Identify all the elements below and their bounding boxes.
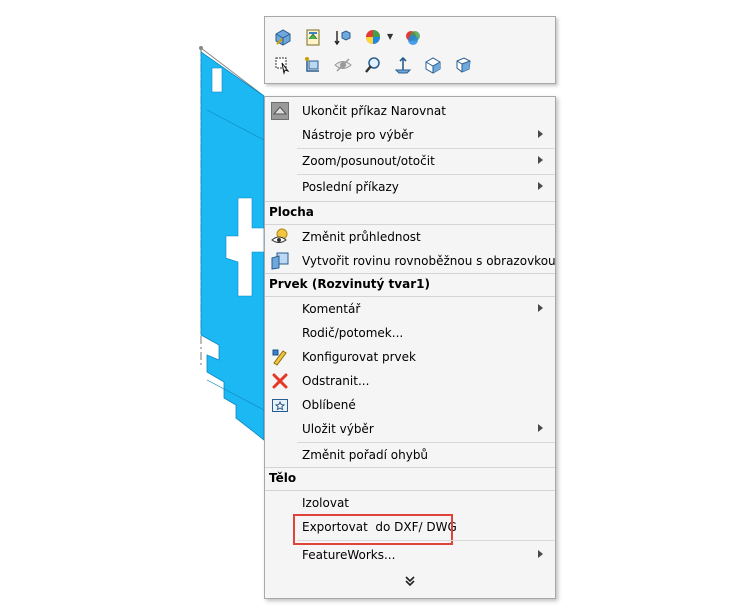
menu-item-selection-tools[interactable]: Nástroje pro výběr <box>265 123 555 147</box>
zoom-icon[interactable] <box>361 53 385 77</box>
toolbar-row-1: ▼ <box>271 25 431 49</box>
double-chevron-down-icon[interactable] <box>400 575 420 591</box>
menu-item-delete[interactable]: Odstranit... <box>265 369 555 393</box>
menu-item-change-transparency[interactable]: Změnit průhlednost <box>265 225 555 249</box>
menu-item-label: FeatureWorks... <box>302 548 396 562</box>
section-header-label: Prvek (Rozvinutý tvar1) <box>269 277 430 291</box>
appearance-dropdown-chevron-icon[interactable]: ▼ <box>387 25 397 49</box>
menu-section-header-face: Plocha <box>265 201 555 225</box>
menu-section-header-feature: Prvek (Rozvinutý tvar1) <box>265 273 555 297</box>
submenu-arrow-icon <box>538 130 543 138</box>
menu-item-reorder-bends[interactable]: Změnit pořadí ohybů <box>265 443 555 467</box>
section-view-icon[interactable] <box>331 25 355 49</box>
menu-item-label: Nástroje pro výběr <box>302 128 414 142</box>
menu-item-label: Zoom/posunout/otočit <box>302 154 435 168</box>
menu-item-featureworks[interactable]: FeatureWorks... <box>265 543 555 567</box>
menu-item-label: Izolovat <box>302 496 350 510</box>
zoom-to-selection-icon[interactable] <box>271 53 295 77</box>
menu-item-exit-flatten[interactable]: Ukončit příkaz Narovnat <box>265 99 555 123</box>
menu-item-isolate[interactable]: Izolovat <box>265 491 555 515</box>
menu-separator <box>297 540 555 541</box>
menu-section-header-body: Tělo <box>265 467 555 491</box>
normal-to-icon[interactable] <box>301 53 325 77</box>
menu-item-parent-child[interactable]: Rodič/potomek... <box>265 321 555 345</box>
hide-show-icon[interactable] <box>331 53 355 77</box>
context-menu: Ukončit příkaz Narovnat Nástroje pro výb… <box>264 96 556 599</box>
menu-item-label: Uložit výběr <box>302 422 374 436</box>
vertex-point <box>199 46 203 50</box>
menu-item-recent-commands[interactable]: Poslední příkazy <box>265 175 555 199</box>
submenu-arrow-icon <box>538 304 543 312</box>
submenu-arrow-icon <box>538 550 543 558</box>
menu-item-comment[interactable]: Komentář <box>265 297 555 321</box>
delete-icon <box>272 373 288 389</box>
configure-icon <box>272 349 287 366</box>
menu-item-label: Odstranit... <box>302 374 370 388</box>
menu-item-label: Konfigurovat prvek <box>302 350 416 364</box>
measure-icon[interactable] <box>391 53 415 77</box>
menu-item-save-selection[interactable]: Uložit výběr <box>265 417 555 441</box>
submenu-arrow-icon <box>538 424 543 432</box>
menu-item-favorites[interactable]: Oblíbené <box>265 393 555 417</box>
menu-item-create-plane-parallel-screen[interactable]: Vytvořit rovinu rovnoběžnou s obrazovkou <box>265 249 556 273</box>
trimetric-view-icon[interactable] <box>451 53 475 77</box>
context-toolbar: ▼ <box>264 16 556 84</box>
transparency-icon <box>271 228 288 243</box>
menu-item-zoom-pan-rotate[interactable]: Zoom/posunout/otočit <box>265 149 555 173</box>
appearance-icon[interactable] <box>361 25 385 49</box>
display-style-icon[interactable] <box>301 25 325 49</box>
isometric-view-icon[interactable] <box>421 53 445 77</box>
menu-item-label: Oblíbené <box>302 398 356 412</box>
plane-icon <box>271 252 289 270</box>
menu-item-label: Rodič/potomek... <box>302 326 404 340</box>
submenu-arrow-icon <box>538 182 543 190</box>
section-header-label: Tělo <box>269 471 297 485</box>
sheet-metal-part-view[interactable] <box>0 0 270 460</box>
menu-item-label: Změnit pořadí ohybů <box>302 448 429 462</box>
toolbar-row-2 <box>271 53 481 77</box>
unfold-icon <box>271 102 289 120</box>
section-header-label: Plocha <box>269 205 314 219</box>
menu-item-label: Vytvořit rovinu rovnoběžnou s obrazovkou <box>302 254 556 268</box>
favorites-icon <box>272 399 288 412</box>
view-orientation-icon[interactable] <box>271 25 295 49</box>
menu-item-label: Komentář <box>302 302 361 316</box>
menu-item-configure-feature[interactable]: Konfigurovat prvek <box>265 345 555 369</box>
submenu-arrow-icon <box>538 156 543 164</box>
scene-icon[interactable] <box>401 25 425 49</box>
menu-item-label: Změnit průhlednost <box>302 230 421 244</box>
menu-item-label: Poslední příkazy <box>302 180 399 194</box>
part-slot <box>211 67 223 93</box>
menu-item-label: Ukončit příkaz Narovnat <box>302 104 446 118</box>
